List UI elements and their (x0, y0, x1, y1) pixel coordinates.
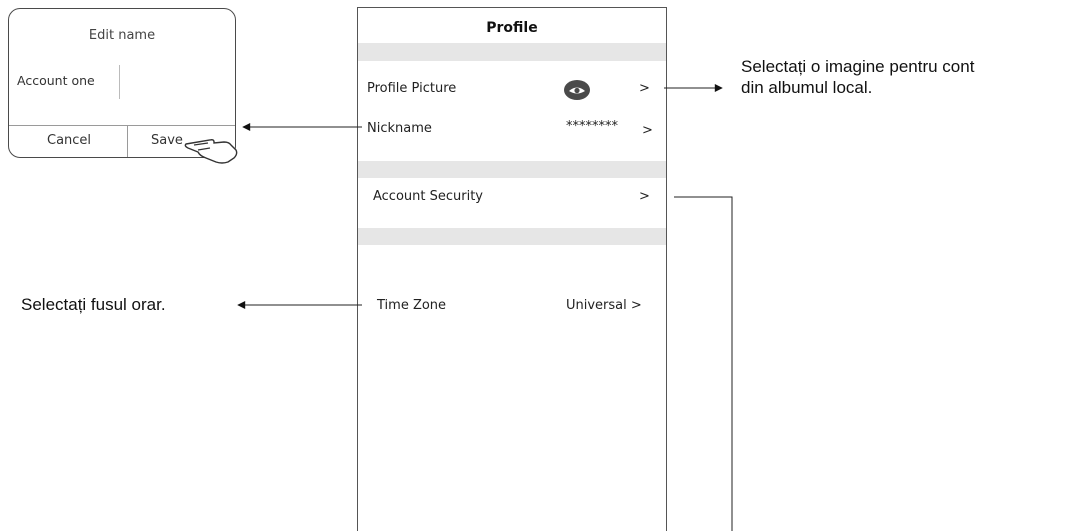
picture-note: Selectați o imagine pentru cont din albu… (741, 56, 974, 98)
picture-note-line-2: din albumul local. (741, 78, 873, 97)
timezone-note: Selectați fusul orar. (21, 295, 166, 314)
picture-note-line-1: Selectați o imagine pentru cont (741, 57, 975, 76)
security-connector (674, 196, 733, 531)
